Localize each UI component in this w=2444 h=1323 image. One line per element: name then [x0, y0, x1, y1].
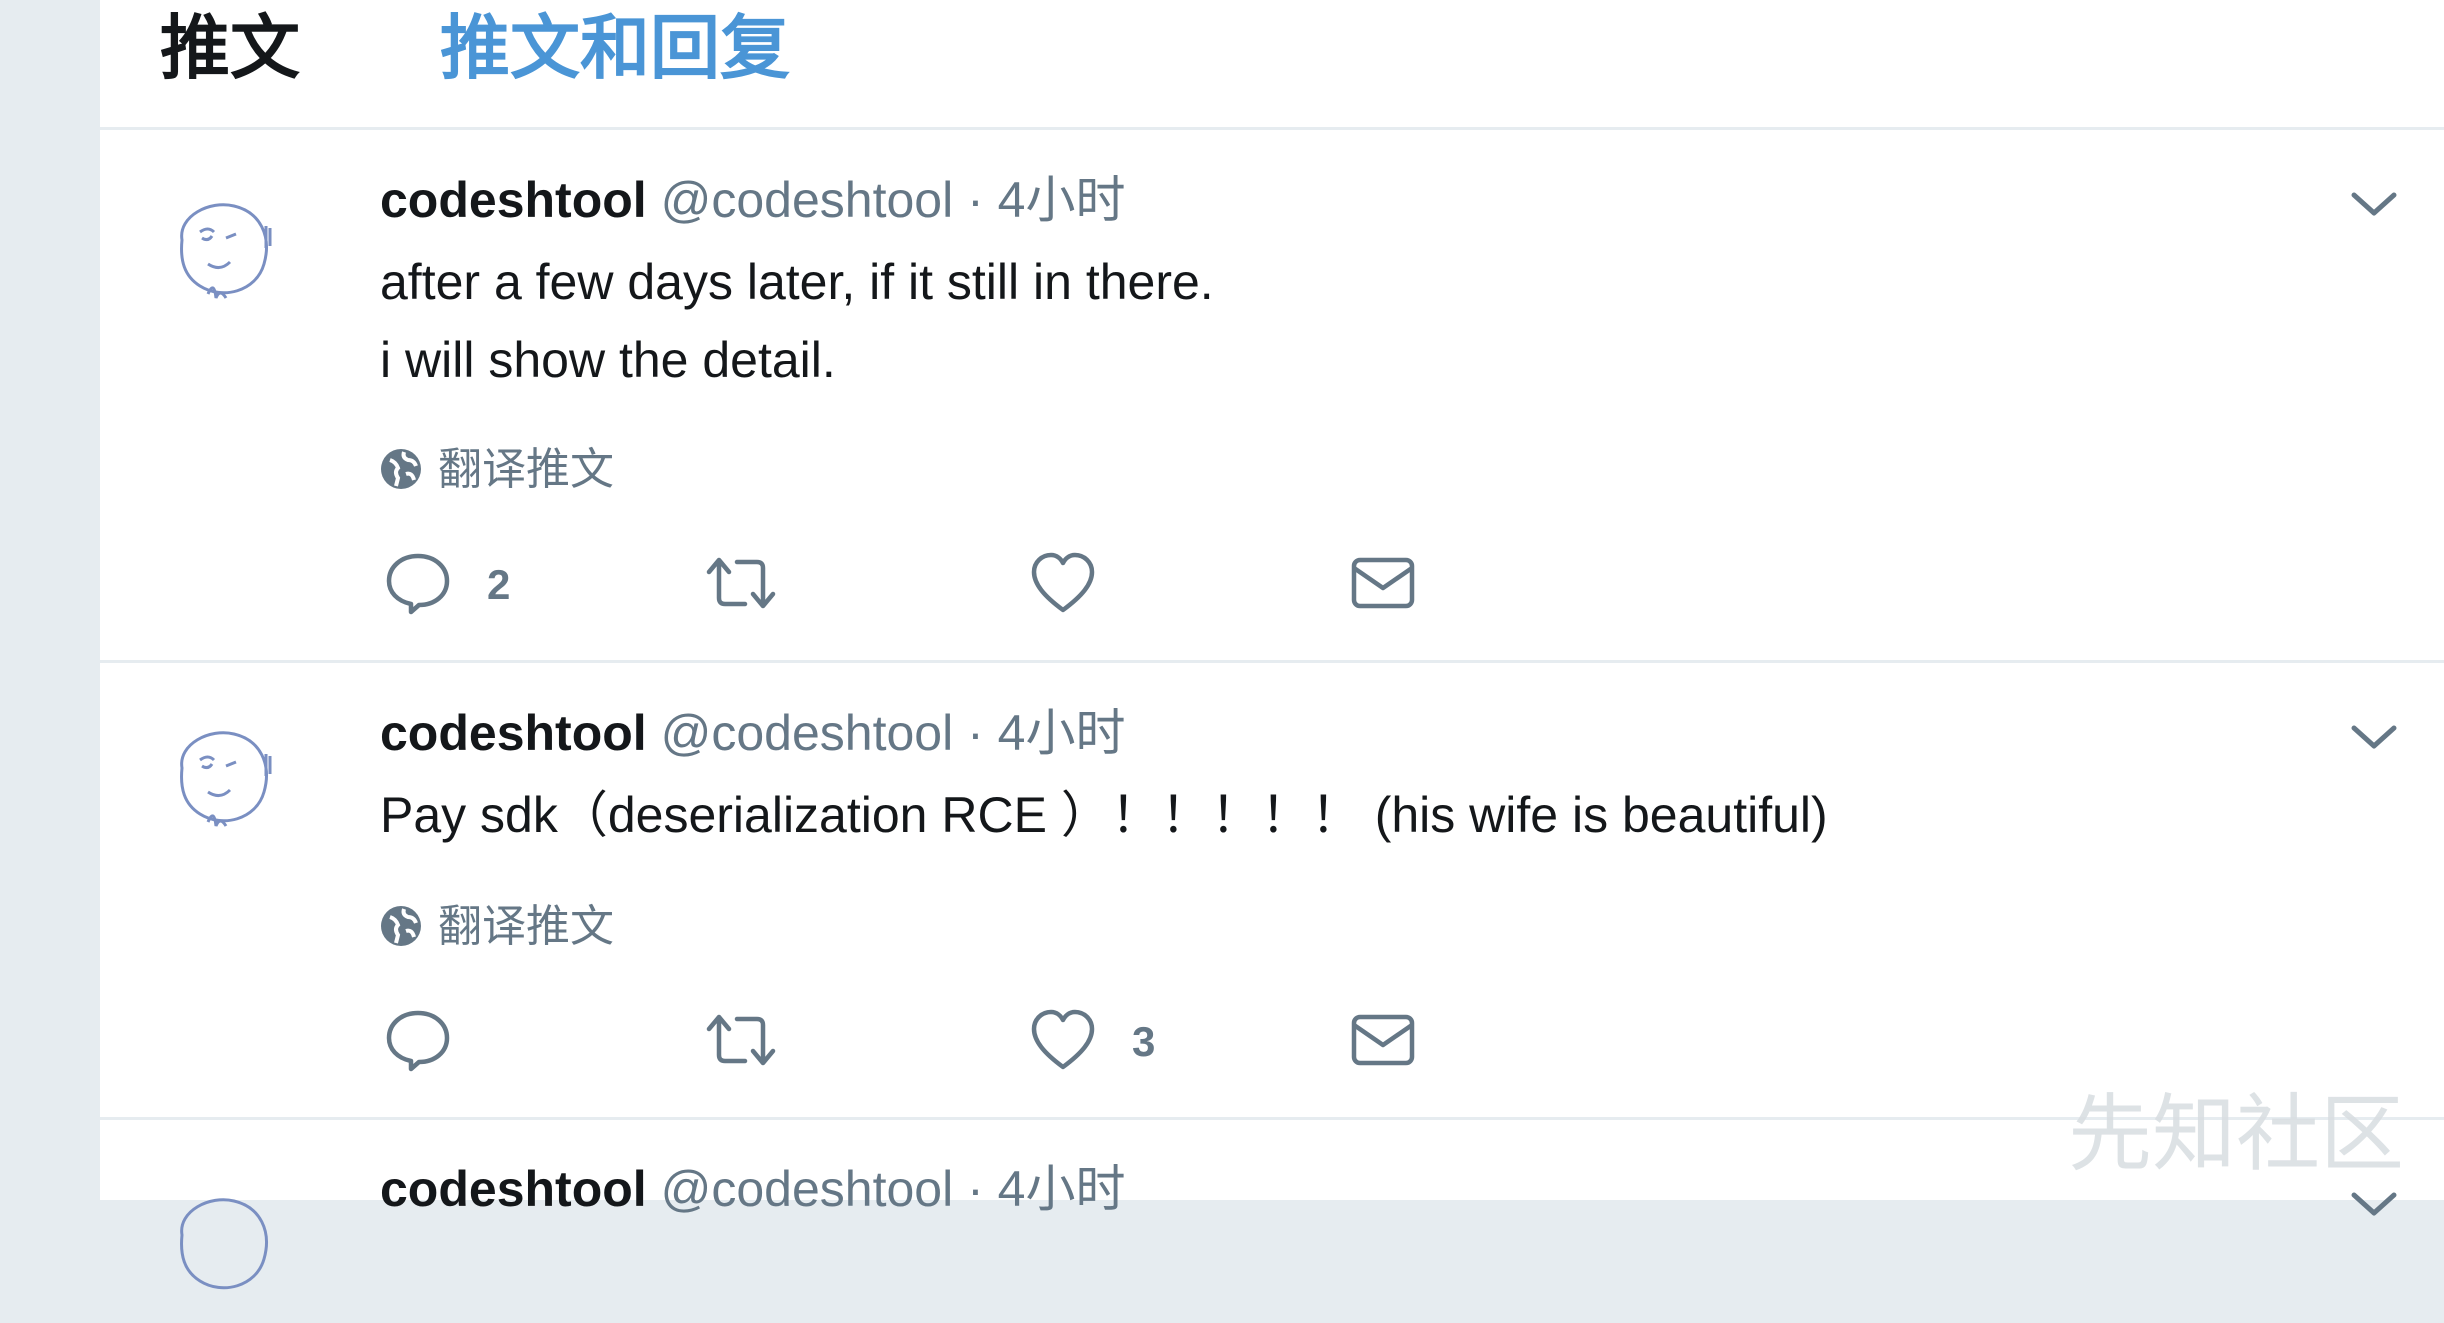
translate-tweet-link[interactable]: 翻译推文	[380, 433, 614, 497]
avatar[interactable]	[160, 716, 290, 846]
translate-label: 翻译推文	[438, 901, 614, 952]
tweet-text: Pay sdk（deserialization RCE ）！！！！！ (his …	[380, 776, 1828, 854]
globe-icon	[380, 901, 438, 952]
tweet-header: codeshtool @codeshtool · 4小时	[380, 703, 1125, 763]
tab-tweets[interactable]: 推文	[160, 8, 300, 88]
reply-icon	[385, 1007, 451, 1078]
tab-tweets-and-replies[interactable]: 推文和回复	[440, 8, 790, 88]
reply-button[interactable]: 2	[385, 550, 510, 620]
tweet-text: after a few days later, if it still in t…	[380, 243, 1214, 399]
direct-message-button[interactable]	[1350, 1007, 1416, 1077]
author-name[interactable]: codeshtool	[380, 1161, 647, 1217]
timestamp[interactable]: 4小时	[998, 1161, 1126, 1217]
reply-icon	[385, 550, 451, 621]
retweet-icon	[705, 1007, 777, 1078]
envelope-icon	[1350, 1007, 1416, 1078]
reply-count: 2	[487, 561, 511, 608]
globe-icon	[380, 444, 438, 495]
translate-tweet-link[interactable]: 翻译推文	[380, 890, 614, 954]
author-name[interactable]: codeshtool	[380, 172, 647, 228]
tweet-line: after a few days later, if it still in t…	[380, 254, 1214, 310]
tweet-line: Pay sdk（deserialization RCE ）！！！！！ (his …	[380, 787, 1828, 843]
author-name[interactable]: codeshtool	[380, 705, 647, 761]
envelope-icon	[1350, 550, 1416, 621]
author-handle[interactable]: @codeshtool	[661, 705, 954, 761]
avatar[interactable]	[160, 188, 290, 318]
tweet-header: codeshtool @codeshtool · 4小时	[380, 170, 1125, 230]
retweet-button[interactable]	[705, 1007, 777, 1077]
retweet-button[interactable]	[705, 550, 777, 620]
retweet-icon	[705, 550, 777, 621]
heart-icon	[1030, 550, 1096, 621]
like-button[interactable]: 3	[1030, 1007, 1155, 1077]
separator: ·	[967, 1161, 984, 1217]
timestamp[interactable]: 4小时	[998, 705, 1126, 761]
watermark: 先知社区	[2067, 1085, 2404, 1183]
profile-tabs: 推文 推文和回复	[100, 0, 2444, 130]
timeline-panel: 推文 推文和回复 codeshtool @codeshtool · 4小时 af…	[100, 0, 2444, 1290]
avatar[interactable]	[160, 1183, 290, 1313]
separator: ·	[967, 705, 984, 761]
chevron-down-icon[interactable]	[2344, 708, 2404, 768]
chevron-down-icon[interactable]	[2344, 175, 2404, 235]
like-button[interactable]	[1030, 550, 1132, 620]
translate-label: 翻译推文	[438, 444, 614, 495]
timestamp[interactable]: 4小时	[998, 172, 1126, 228]
like-count: 3	[1132, 1018, 1156, 1065]
direct-message-button[interactable]	[1350, 550, 1416, 620]
tweet-item[interactable]: codeshtool @codeshtool · 4小时 after a few…	[100, 133, 2444, 663]
tweet-line: i will show the detail.	[380, 332, 836, 388]
heart-icon	[1030, 1007, 1096, 1078]
reply-button[interactable]	[385, 1007, 487, 1077]
separator: ·	[967, 172, 984, 228]
author-handle[interactable]: @codeshtool	[661, 172, 954, 228]
author-handle[interactable]: @codeshtool	[661, 1161, 954, 1217]
tweet-item[interactable]: codeshtool @codeshtool · 4小时 Pay sdk（des…	[100, 666, 2444, 1120]
tweet-header: codeshtool @codeshtool · 4小时	[380, 1159, 1125, 1219]
